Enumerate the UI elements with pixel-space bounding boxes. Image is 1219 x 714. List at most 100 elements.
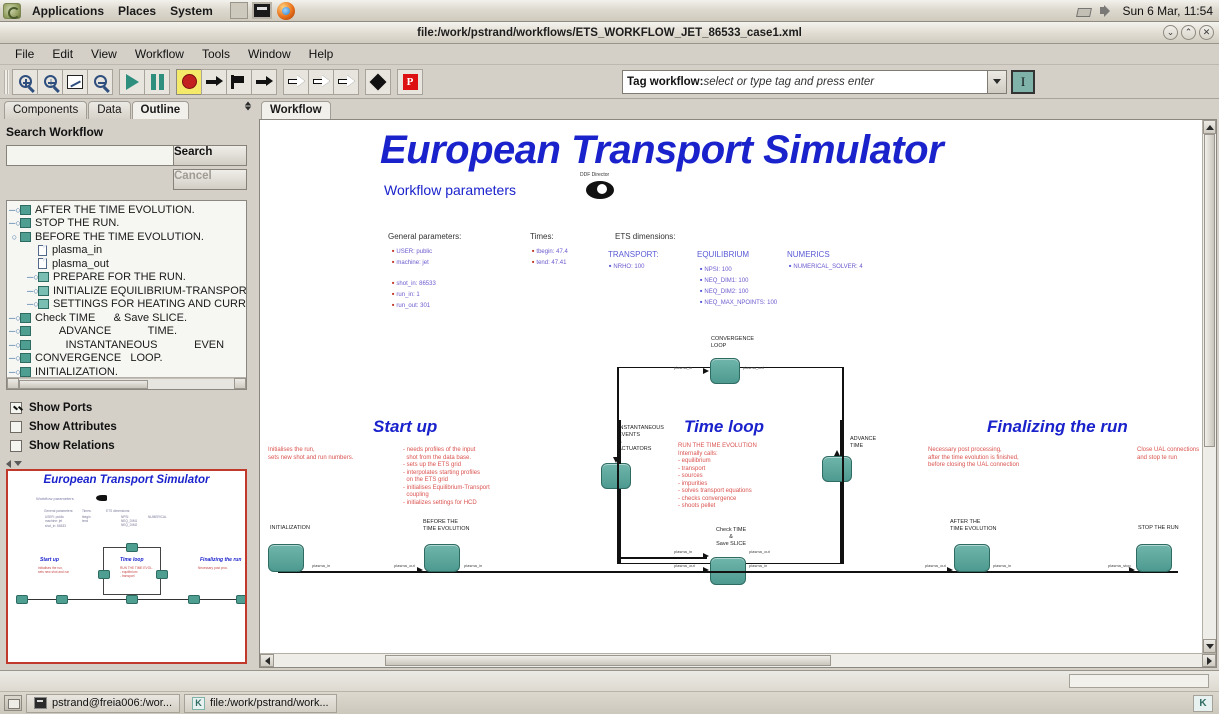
tab-components[interactable]: Components <box>4 101 88 119</box>
panel-menu-system[interactable]: System <box>163 4 220 18</box>
terminal-icon[interactable] <box>251 2 272 19</box>
node-initialization[interactable] <box>268 544 304 572</box>
menu-tools[interactable]: Tools <box>193 45 239 63</box>
scroll-up-button[interactable] <box>1203 120 1216 134</box>
tree-expand-handle-icon[interactable]: ─○ <box>9 218 21 228</box>
scroll-right-button[interactable] <box>1202 654 1216 667</box>
tree-horizontal-scrollbar[interactable] <box>7 377 246 389</box>
toolbar-grip[interactable] <box>4 69 9 94</box>
tree-scroll-left-button[interactable] <box>7 378 19 389</box>
panel-menu-applications[interactable]: Applications <box>25 4 111 18</box>
menu-edit[interactable]: Edit <box>43 45 82 63</box>
kepler-tray-icon[interactable]: K <box>1193 694 1213 712</box>
show-relations-row[interactable]: Show Relations <box>10 436 243 455</box>
scroll-down-button[interactable] <box>1203 639 1216 653</box>
collapse-down-icon[interactable] <box>14 461 22 466</box>
clock[interactable]: Sun 6 Mar, 11:54 <box>1122 4 1213 18</box>
step-icon[interactable] <box>201 68 227 95</box>
menu-help[interactable]: Help <box>300 45 343 63</box>
zoom-fit-icon[interactable] <box>62 68 88 95</box>
tree-node[interactable]: ─○ ADVANCE TIME. <box>7 325 246 339</box>
tree-node[interactable]: plasma_out <box>7 257 246 271</box>
show-relations-checkbox[interactable] <box>10 439 22 452</box>
tree-node[interactable]: ─○ STOP THE RUN. <box>7 217 246 231</box>
tree-expand-handle-icon[interactable]: ─○ <box>9 326 21 336</box>
workflow-thumbnail[interactable]: European Transport Simulator Workflow pa… <box>6 469 247 664</box>
search-input[interactable] <box>6 145 173 166</box>
minimize-button[interactable]: ⌄ <box>1163 25 1178 40</box>
menu-workflow[interactable]: Workflow <box>126 45 193 63</box>
diamond-icon[interactable] <box>365 68 391 95</box>
screenshot-icon[interactable] <box>229 2 248 19</box>
cancel-button[interactable]: Cancel <box>173 169 247 190</box>
tree-node[interactable]: ─○ Check TIME & Save SLICE. <box>7 311 246 325</box>
tag-dropdown-button[interactable] <box>988 69 1007 94</box>
gnome-foot-icon[interactable] <box>3 2 21 19</box>
prediction-icon[interactable]: P <box>397 68 423 95</box>
tree-node[interactable]: plasma_in <box>7 244 246 258</box>
collapse-left-icon[interactable] <box>6 459 11 468</box>
stop-icon[interactable] <box>176 68 202 95</box>
panel-menu-places[interactable]: Places <box>111 4 163 18</box>
node-convergence-loop[interactable] <box>710 358 740 384</box>
flag-icon[interactable] <box>226 68 252 95</box>
tree-node[interactable]: ─○ AFTER THE TIME EVOLUTION. <box>7 203 246 217</box>
taskbar-item-kepler[interactable]: K file:/work/pstrand/work... <box>184 693 337 713</box>
thumbnail-splitter[interactable] <box>6 459 247 468</box>
step-over-outline-icon[interactable] <box>283 68 309 95</box>
node-stop-run[interactable] <box>1136 544 1172 572</box>
tree-expand-handle-icon[interactable]: ─○ <box>9 353 21 363</box>
menu-window[interactable]: Window <box>239 45 300 63</box>
tree-expand-handle-icon[interactable]: ─○ <box>27 299 39 309</box>
show-attributes-row[interactable]: Show Attributes <box>10 417 243 436</box>
tree-node[interactable]: ─○ SETTINGS FOR HEATING AND CURR <box>7 298 246 312</box>
firefox-icon[interactable] <box>276 1 295 20</box>
tree-expand-handle-icon[interactable]: ─○ <box>9 313 21 323</box>
zoom-reset-icon[interactable] <box>37 68 63 95</box>
workflow-canvas[interactable]: European Transport Simulator Workflow pa… <box>260 120 1202 653</box>
volume-icon[interactable] <box>1098 3 1116 19</box>
node-instantaneous-events[interactable] <box>601 463 631 489</box>
tree-node[interactable]: ─○ INSTANTANEOUS EVEN <box>7 338 246 352</box>
show-ports-checkbox[interactable] <box>10 401 22 414</box>
tab-workflow[interactable]: Workflow <box>261 101 331 119</box>
tree-expand-handle-icon[interactable]: ─○ <box>9 340 21 350</box>
tree-expand-handle-icon[interactable]: ○ <box>9 232 20 242</box>
close-button[interactable]: ✕ <box>1199 25 1214 40</box>
canvas-horizontal-scrollbar[interactable] <box>260 653 1216 667</box>
outline-tree[interactable]: ─○ AFTER THE TIME EVOLUTION. ─○ STOP THE RU… <box>7 201 246 377</box>
pause-icon[interactable] <box>144 68 170 95</box>
step-out-outline-icon[interactable] <box>308 68 334 95</box>
menu-view[interactable]: View <box>82 45 126 63</box>
maximize-button[interactable]: ⌃ <box>1181 25 1196 40</box>
horizontal-scroll-track[interactable] <box>274 654 1202 667</box>
tree-scroll-track[interactable] <box>19 378 234 389</box>
tree-node[interactable]: ○ BEFORE THE TIME EVOLUTION. <box>7 230 246 244</box>
canvas-vertical-scrollbar[interactable] <box>1202 120 1216 653</box>
tab-outline[interactable]: Outline <box>131 101 190 119</box>
text-tool-button[interactable]: I <box>1011 69 1035 94</box>
tree-node[interactable]: ─○ PREPARE FOR THE RUN. <box>7 271 246 285</box>
node-after-evolution[interactable] <box>954 544 990 572</box>
zoom-in-icon[interactable] <box>12 68 38 95</box>
tree-expand-handle-icon[interactable]: ─○ <box>9 205 21 215</box>
tree-scroll-right-button[interactable] <box>234 378 246 389</box>
zoom-out-icon[interactable] <box>87 68 113 95</box>
menu-file[interactable]: File <box>6 45 43 63</box>
step-forward-outline-icon[interactable] <box>333 68 359 95</box>
taskbar-item-terminal[interactable]: pstrand@freia006:/wor... <box>26 693 181 713</box>
network-icon[interactable] <box>1076 3 1094 19</box>
director-icon[interactable] <box>582 180 615 199</box>
horizontal-scroll-thumb[interactable] <box>385 655 831 666</box>
step-into-icon[interactable] <box>251 68 277 95</box>
tree-node[interactable]: ─○ INITIALIZE EQUILIBRIUM-TRANSPOR <box>7 284 246 298</box>
tree-expand-handle-icon[interactable]: ─○ <box>9 367 21 377</box>
show-ports-row[interactable]: Show Ports <box>10 398 243 417</box>
tree-expand-handle-icon[interactable]: ─○ <box>27 286 39 296</box>
vertical-scroll-track[interactable] <box>1203 134 1216 639</box>
run-icon[interactable] <box>119 68 145 95</box>
search-button[interactable]: Search <box>173 145 247 166</box>
node-advance-time[interactable] <box>822 456 852 482</box>
node-before-evolution[interactable] <box>424 544 460 572</box>
scroll-left-button[interactable] <box>260 654 274 667</box>
